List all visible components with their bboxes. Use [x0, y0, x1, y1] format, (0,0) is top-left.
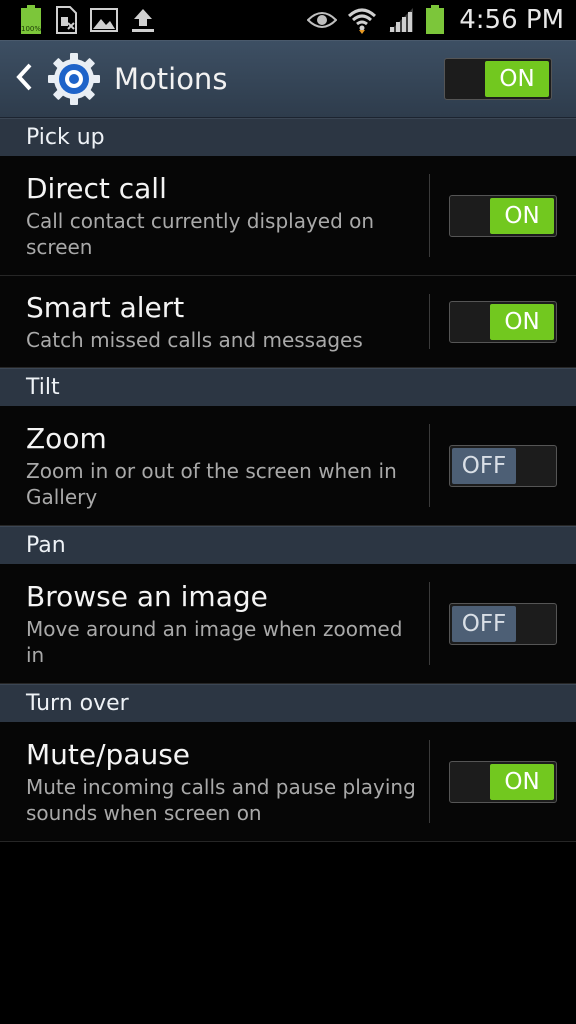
setting-title: Browse an image: [26, 579, 268, 613]
toggle-label: ON: [490, 197, 554, 234]
setting-summary: Mute incoming calls and pause playing so…: [26, 774, 416, 825]
setting-row-zoom[interactable]: Zoom Zoom in or out of the screen when i…: [0, 406, 576, 526]
status-clock: 4:56 PM: [459, 5, 564, 35]
toggle-label: OFF: [452, 447, 516, 484]
smart-alert-toggle[interactable]: ON: [449, 300, 557, 343]
setting-title: Direct call: [26, 171, 167, 205]
direct-call-toggle[interactable]: ON: [449, 194, 557, 237]
zoom-toggle[interactable]: OFF: [449, 444, 557, 487]
setting-summary: Call contact currently displayed on scre…: [26, 208, 375, 259]
gear-icon[interactable]: [46, 51, 102, 107]
section-header-pick-up: Pick up: [0, 118, 576, 156]
section-header-turn-over: Turn over: [0, 684, 576, 722]
setting-summary: Catch missed calls and messages: [26, 327, 363, 352]
mute-pause-toggle[interactable]: ON: [449, 760, 557, 803]
setting-row-browse-an-image[interactable]: Browse an image Move around an image whe…: [0, 564, 576, 684]
master-toggle-label: ON: [485, 61, 549, 97]
setting-row-mute-pause[interactable]: Mute/pause Mute incoming calls and pause…: [0, 722, 576, 842]
section-header-tilt: Tilt: [0, 368, 576, 406]
setting-title: Zoom: [26, 421, 107, 455]
image-icon: [90, 8, 118, 32]
back-icon: [14, 62, 34, 96]
settings-list: Pick up Direct call Call contact current…: [0, 118, 576, 842]
motions-master-toggle[interactable]: ON: [444, 58, 552, 100]
back-button[interactable]: [6, 49, 42, 109]
action-bar: Motions ON: [0, 40, 576, 118]
page-title: Motions: [114, 62, 228, 96]
setting-title: Mute/pause: [26, 737, 191, 771]
signal-icon: [387, 7, 415, 33]
battery-small-label: 100%: [21, 25, 41, 33]
setting-summary: Zoom in or out of the screen when in Gal…: [26, 458, 397, 509]
section-header-pan: Pan: [0, 526, 576, 564]
upload-icon: [130, 7, 156, 33]
toggle-label: ON: [490, 763, 554, 800]
status-bar: 100% 4:56 PM: [0, 0, 576, 40]
browse-image-toggle[interactable]: OFF: [449, 602, 557, 645]
setting-summary: Move around an image when zoomed in: [26, 616, 403, 667]
battery-full-small-icon: 100%: [20, 5, 42, 35]
setting-title: Smart alert: [26, 290, 185, 324]
battery-icon: [425, 5, 445, 35]
setting-row-direct-call[interactable]: Direct call Call contact currently displ…: [0, 156, 576, 276]
sim-card-icon: [54, 6, 78, 34]
toggle-label: ON: [490, 303, 554, 340]
eye-icon: [307, 10, 338, 30]
setting-row-smart-alert[interactable]: Smart alert Catch missed calls and messa…: [0, 276, 576, 368]
wifi-icon: [347, 6, 377, 34]
toggle-label: OFF: [452, 605, 516, 642]
